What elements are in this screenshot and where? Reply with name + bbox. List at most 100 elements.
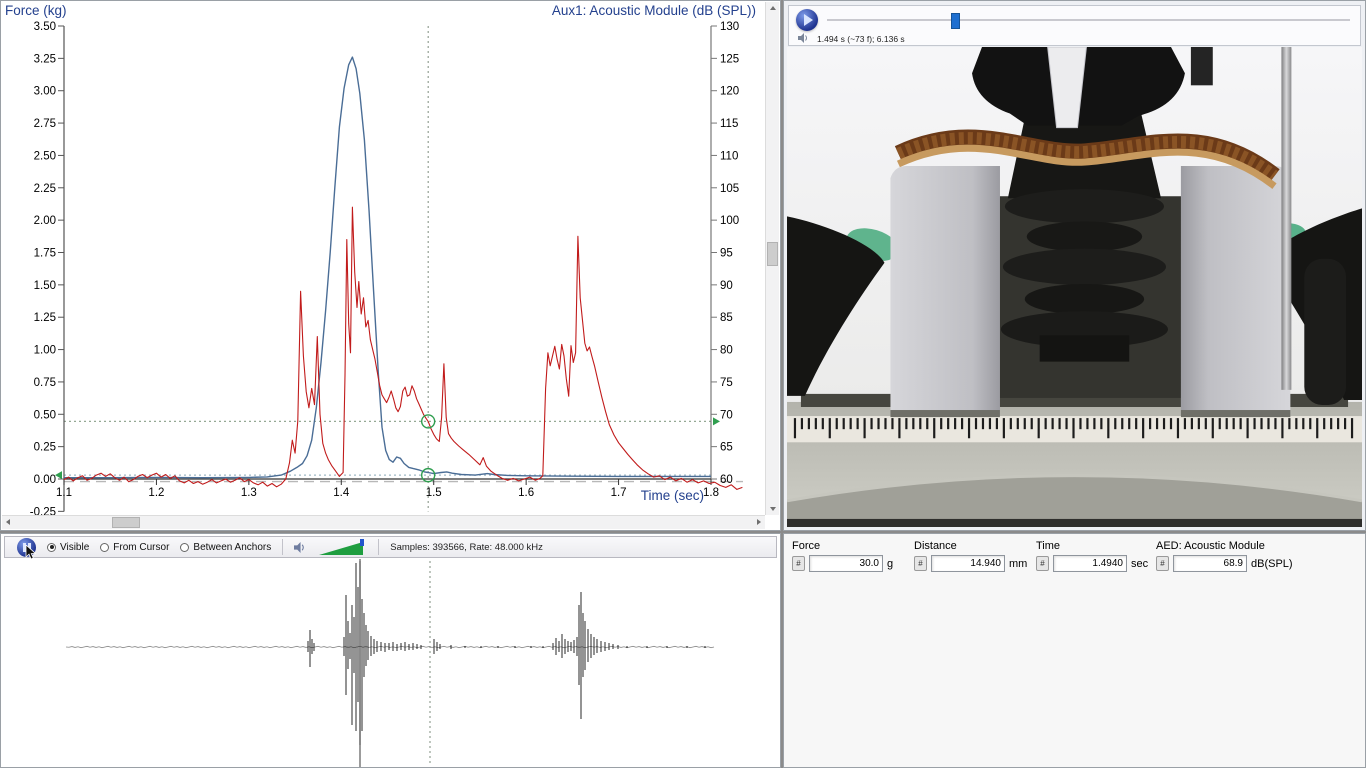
radio-unselected-icon xyxy=(180,543,189,552)
svg-text:1.7: 1.7 xyxy=(611,487,627,499)
svg-text:1.1: 1.1 xyxy=(56,487,72,499)
svg-text:1.4: 1.4 xyxy=(333,487,350,499)
radio-from-cursor[interactable]: From Cursor xyxy=(100,542,169,553)
force-series-line xyxy=(64,57,711,478)
waveform-baseline xyxy=(66,646,714,647)
svg-text:75: 75 xyxy=(720,377,733,389)
video-frame xyxy=(787,47,1362,527)
radio-selected-icon xyxy=(47,543,56,552)
readout-acoustic: AED: Acoustic Module # 68.9 dB(SPL) xyxy=(1156,540,1356,572)
radio-label: From Cursor xyxy=(113,542,169,553)
separator xyxy=(282,539,283,555)
svg-text:3.25: 3.25 xyxy=(34,53,56,65)
volume-thumb[interactable] xyxy=(360,539,364,546)
svg-text:110: 110 xyxy=(720,150,738,162)
audio-panel: Visible From Cursor Between Anchors Samp… xyxy=(0,533,781,768)
acoustic-unit-label: dB(SPL) xyxy=(1251,558,1293,570)
svg-text:1.3: 1.3 xyxy=(241,487,257,499)
svg-text:-0.25: -0.25 xyxy=(30,506,56,515)
chart-title-force-axis: Force (kg) xyxy=(5,3,67,18)
application-window: 3.503.253.002.752.502.252.001.751.501.25… xyxy=(0,0,1366,768)
readout-label: AED: Acoustic Module xyxy=(1156,540,1356,552)
video-seek-slider[interactable] xyxy=(827,12,1350,28)
svg-text:105: 105 xyxy=(720,183,739,195)
svg-text:70: 70 xyxy=(720,409,733,421)
audio-waveform[interactable] xyxy=(3,559,778,767)
svg-text:115: 115 xyxy=(720,118,738,130)
play-icon xyxy=(804,14,813,26)
audio-controls-bar: Visible From Cursor Between Anchors Samp… xyxy=(4,536,777,558)
chart-vertical-scrollbar[interactable] xyxy=(765,2,779,515)
waveform-spikes xyxy=(308,561,705,745)
svg-text:3.50: 3.50 xyxy=(34,21,56,33)
svg-text:1.2: 1.2 xyxy=(148,487,164,499)
frame-rod xyxy=(1281,47,1291,390)
chevron-up-icon xyxy=(770,6,776,10)
acoustic-value-field[interactable]: 68.9 xyxy=(1173,555,1247,572)
chevron-left-icon xyxy=(6,519,10,525)
svg-text:2.00: 2.00 xyxy=(34,215,56,227)
force-cursor-marker xyxy=(422,469,435,482)
force-hash-button[interactable]: # xyxy=(792,556,805,571)
vertical-scroll-thumb[interactable] xyxy=(767,242,778,266)
chevron-right-icon xyxy=(757,519,761,525)
svg-text:1.5: 1.5 xyxy=(426,487,442,499)
horizontal-scroll-thumb[interactable] xyxy=(112,517,140,528)
time-hash-button[interactable]: # xyxy=(1036,556,1049,571)
svg-text:65: 65 xyxy=(720,442,733,454)
force-value-field[interactable]: 30.0 xyxy=(809,555,883,572)
distance-unit-label: mm xyxy=(1009,558,1027,570)
radio-visible[interactable]: Visible xyxy=(47,542,89,553)
svg-text:85: 85 xyxy=(720,312,733,324)
svg-text:120: 120 xyxy=(720,86,739,98)
svg-text:80: 80 xyxy=(720,345,733,357)
speaker-icon xyxy=(294,542,306,553)
readout-label: Time xyxy=(1036,540,1152,552)
chart-horizontal-scrollbar[interactable] xyxy=(2,515,765,529)
volume-wedge-icon xyxy=(319,542,363,555)
readout-label: Force xyxy=(792,540,908,552)
readout-distance: Distance # 14.940 mm xyxy=(914,540,1030,572)
svg-text:0.75: 0.75 xyxy=(34,377,56,389)
video-panel: 1.494 s (~73 f); 6.136 s xyxy=(783,0,1366,531)
acoustic-series-line xyxy=(64,207,742,489)
readout-force: Force # 30.0 g xyxy=(792,540,908,572)
radio-between-anchors[interactable]: Between Anchors xyxy=(180,542,271,553)
svg-text:100: 100 xyxy=(720,215,739,227)
speaker-icon xyxy=(798,33,809,43)
svg-text:2.25: 2.25 xyxy=(34,183,56,195)
svg-text:2.75: 2.75 xyxy=(34,118,56,130)
scroll-right-button[interactable] xyxy=(753,516,765,529)
acoustic-hash-button[interactable]: # xyxy=(1156,556,1169,571)
time-value-field[interactable]: 1.4940 xyxy=(1053,555,1127,572)
right-anchor-arrow-icon xyxy=(713,417,720,425)
svg-text:3.00: 3.00 xyxy=(34,86,56,98)
distance-hash-button[interactable]: # xyxy=(914,556,927,571)
separator xyxy=(378,539,379,555)
scroll-up-button[interactable] xyxy=(766,2,779,14)
time-unit-label: sec xyxy=(1131,558,1148,570)
video-seek-thumb[interactable] xyxy=(951,13,960,29)
video-play-button[interactable] xyxy=(796,9,818,31)
radio-unselected-icon xyxy=(100,543,109,552)
video-time-label: 1.494 s (~73 f); 6.136 s xyxy=(817,34,905,44)
svg-text:1.6: 1.6 xyxy=(518,487,534,499)
svg-text:1.75: 1.75 xyxy=(34,248,56,260)
distance-value-field[interactable]: 14.940 xyxy=(931,555,1005,572)
force-acoustic-chart[interactable]: 3.503.253.002.752.502.252.001.751.501.25… xyxy=(1,1,766,515)
video-player-controls: 1.494 s (~73 f); 6.136 s xyxy=(788,5,1361,46)
mouse-cursor-pointer xyxy=(25,545,37,561)
svg-text:0.00: 0.00 xyxy=(34,474,56,486)
svg-text:95: 95 xyxy=(720,248,733,260)
svg-text:2.50: 2.50 xyxy=(34,150,56,162)
seek-track xyxy=(827,19,1350,21)
volume-slider[interactable] xyxy=(317,539,367,556)
scroll-left-button[interactable] xyxy=(2,516,14,529)
svg-text:130: 130 xyxy=(720,21,739,33)
svg-text:0.25: 0.25 xyxy=(34,442,56,454)
left-anchor-arrow-icon xyxy=(55,471,62,479)
svg-text:125: 125 xyxy=(720,53,739,65)
chart-panel: 3.503.253.002.752.502.252.001.751.501.25… xyxy=(0,0,781,531)
scroll-down-button[interactable] xyxy=(766,503,779,515)
radio-label: Between Anchors xyxy=(193,542,271,553)
